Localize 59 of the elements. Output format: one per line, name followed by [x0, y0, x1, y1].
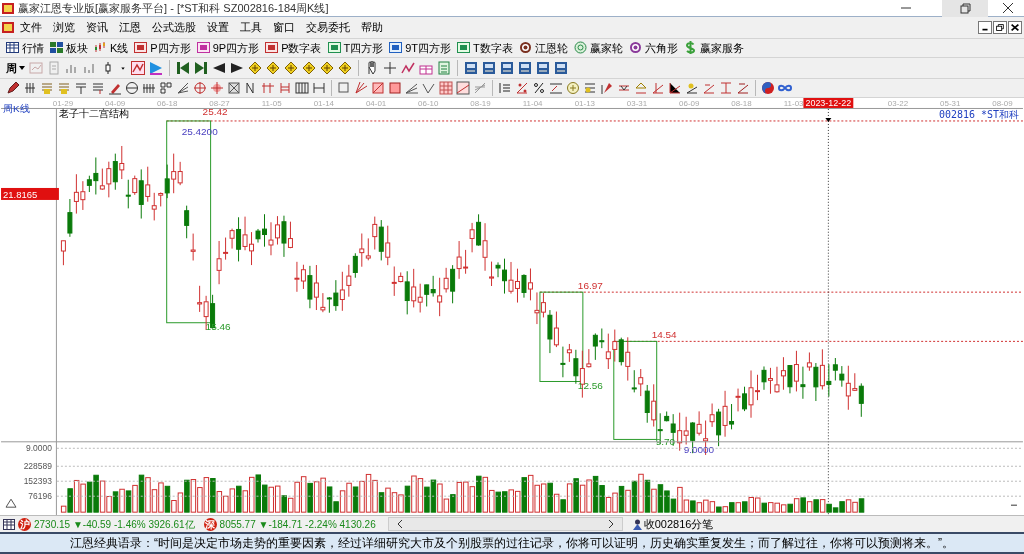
date-label: 11-04 [522, 99, 543, 109]
date-label: 03-22 [887, 99, 909, 109]
date-label: 08-18 [731, 99, 752, 109]
toolbar-button[interactable]: 赢家轮 [573, 39, 623, 57]
index-quote: 8055.77 ▼-184.71 -2.24% 4130.26 [219, 517, 376, 532]
menu-item[interactable]: 设置 [207, 19, 229, 36]
menu-item[interactable]: 浏览 [53, 19, 75, 36]
price-annotation: 14.54 [651, 328, 677, 340]
toolbar-button[interactable]: 板块 [50, 39, 88, 57]
date-label: 11-03 [783, 99, 804, 109]
date-label: 06-10 [418, 99, 439, 109]
menu-item[interactable]: 江恩 [119, 19, 141, 36]
index-badge: 沪 [18, 517, 31, 531]
date-label: 01-14 [313, 99, 335, 109]
date-label: 04-01 [365, 99, 387, 109]
toolbar-button[interactable]: T四方形 [327, 39, 384, 57]
date-label: 05-31 [940, 99, 961, 109]
date-label: 06-09 [679, 99, 700, 109]
volume-axis-label: 9.0000 [26, 443, 52, 454]
volume-axis-label: 76196 [28, 491, 52, 502]
date-label: 01-29 [52, 99, 74, 109]
menu-item[interactable]: 资讯 [86, 19, 108, 36]
chart-title: 老子十二宫结构 [58, 107, 129, 119]
chart-period-label: 周K线 [3, 102, 30, 114]
volume-axis-label: 228589 [23, 461, 52, 472]
price-annotation: 16.97 [577, 279, 603, 291]
toolbar-button[interactable]: T数字表 [457, 39, 513, 57]
date-label: 08-09 [992, 99, 1013, 109]
date-label: 06-18 [157, 99, 178, 109]
toolbar-button[interactable]: 9T四方形 [389, 39, 452, 57]
toolbar-button[interactable]: P四方形 [134, 39, 191, 57]
date-label: 03-31 [626, 99, 648, 109]
toolbar-button[interactable]: 行情 [6, 39, 44, 57]
menu-item[interactable]: 公式选股 [152, 19, 196, 36]
toolbar-button[interactable]: 9P四方形 [196, 39, 260, 57]
toolbar-button[interactable]: 赢家服务 [683, 39, 744, 57]
stock-symbol: 002816 *ST和科 [938, 108, 1019, 120]
menu-item[interactable]: 窗口 [273, 19, 295, 36]
window-title: 赢家江恩专业版[赢家服务平台] - [*ST和科 SZ002816-184周K线] [18, 0, 329, 16]
volume-axis-label: 152393 [23, 476, 52, 487]
period-dropdown[interactable]: 周 [6, 59, 25, 77]
menu-item[interactable]: 帮助 [361, 19, 383, 36]
index-badge: 深 [203, 517, 217, 531]
menu-item[interactable]: 交易委托 [306, 19, 350, 36]
toolbar-button[interactable]: 江恩轮 [518, 39, 568, 57]
date-label: 08-19 [470, 99, 491, 109]
date-label: 11-05 [261, 99, 282, 109]
date-label: 01-13 [574, 99, 596, 109]
date-label: 2023-12-22 [805, 98, 852, 109]
quote-ticker: 江恩经典语录：“时间是决定市场走势的重要因素，经过详细研究大市及个别股票的过往记录，你将可以证明，历史确实重复发生；而了解过往，你将可以预测将来。”。 [70, 535, 954, 552]
menu-item[interactable]: 工具 [240, 19, 262, 36]
toolbar-button[interactable]: P数字表 [265, 39, 322, 57]
toolbar-button[interactable]: K线 [94, 39, 129, 57]
tick-detail-link[interactable]: 收002816分笔 [643, 515, 714, 533]
menu-item[interactable]: 文件 [20, 19, 42, 36]
index-quote: 2730.15 ▼-40.59 -1.46% 3926.61亿 [34, 517, 195, 532]
toolbar-button[interactable]: 六角形 [628, 39, 678, 57]
price-marker: 21.8165 [1, 187, 59, 200]
date-label: 04-09 [104, 99, 126, 109]
